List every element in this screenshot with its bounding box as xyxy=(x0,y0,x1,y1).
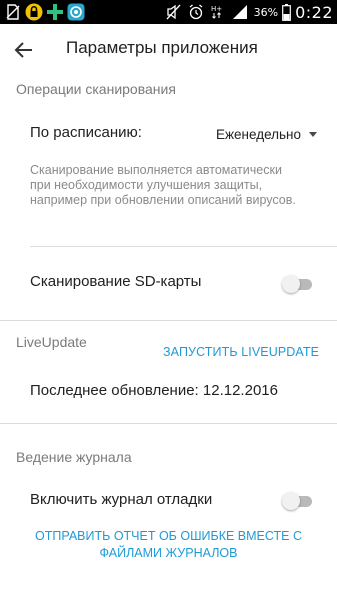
signal-bars-icon xyxy=(232,3,250,21)
sd-scan-toggle[interactable] xyxy=(282,274,314,294)
section-divider xyxy=(0,423,337,424)
schedule-dropdown[interactable]: Еженедельно xyxy=(216,124,318,144)
mute-icon xyxy=(166,3,184,21)
logging-section-header: Ведение журнала xyxy=(16,449,132,465)
lock-icon xyxy=(25,3,43,21)
scan-section-header: Операции сканирования xyxy=(16,81,176,97)
page-title: Параметры приложения xyxy=(66,38,258,57)
svg-text:H+: H+ xyxy=(211,5,222,13)
send-error-report-button[interactable]: ОТПРАВИТЬ ОТЧЕТ ОБ ОШИБКЕ ВМЕСТЕ С ФАЙЛА… xyxy=(20,528,317,562)
battery-icon xyxy=(282,3,291,21)
debug-log-label: Включить журнал отладки xyxy=(30,491,213,508)
scan-description: Сканирование выполняется автоматически п… xyxy=(30,163,296,207)
schedule-value: Еженедельно xyxy=(216,126,302,142)
run-liveupdate-button[interactable]: ЗАПУСТИТЬ LIVEUPDATE xyxy=(163,345,319,359)
toggle-thumb xyxy=(282,492,300,510)
green-cross-icon xyxy=(46,3,64,21)
sd-scan-label: Сканирование SD-карты xyxy=(30,273,202,290)
app-bar: Параметры приложения xyxy=(0,24,337,76)
last-update-label: Последнее обновление: 12.12.2016 xyxy=(30,382,278,399)
back-arrow-icon[interactable] xyxy=(12,38,36,62)
alarm-icon xyxy=(188,3,206,21)
status-bar-left-icons xyxy=(4,3,85,21)
status-bar: H+ 36% 0:22 xyxy=(0,0,337,24)
status-bar-right-icons: H+ 36% 0:22 xyxy=(166,2,333,22)
schedule-label: По расписанию: xyxy=(30,124,142,141)
toggle-thumb xyxy=(282,275,300,293)
liveupdate-section-header: LiveUpdate xyxy=(16,334,87,350)
no-sim-icon xyxy=(4,3,22,21)
debug-log-toggle[interactable] xyxy=(282,491,314,511)
section-divider xyxy=(0,320,337,321)
clock: 0:22 xyxy=(295,2,333,22)
swirl-app-icon xyxy=(67,3,85,21)
battery-percent: 36% xyxy=(253,5,279,19)
dropdown-arrow-icon xyxy=(309,132,318,137)
divider xyxy=(30,246,337,247)
signal-hplus-icon: H+ xyxy=(210,3,228,21)
